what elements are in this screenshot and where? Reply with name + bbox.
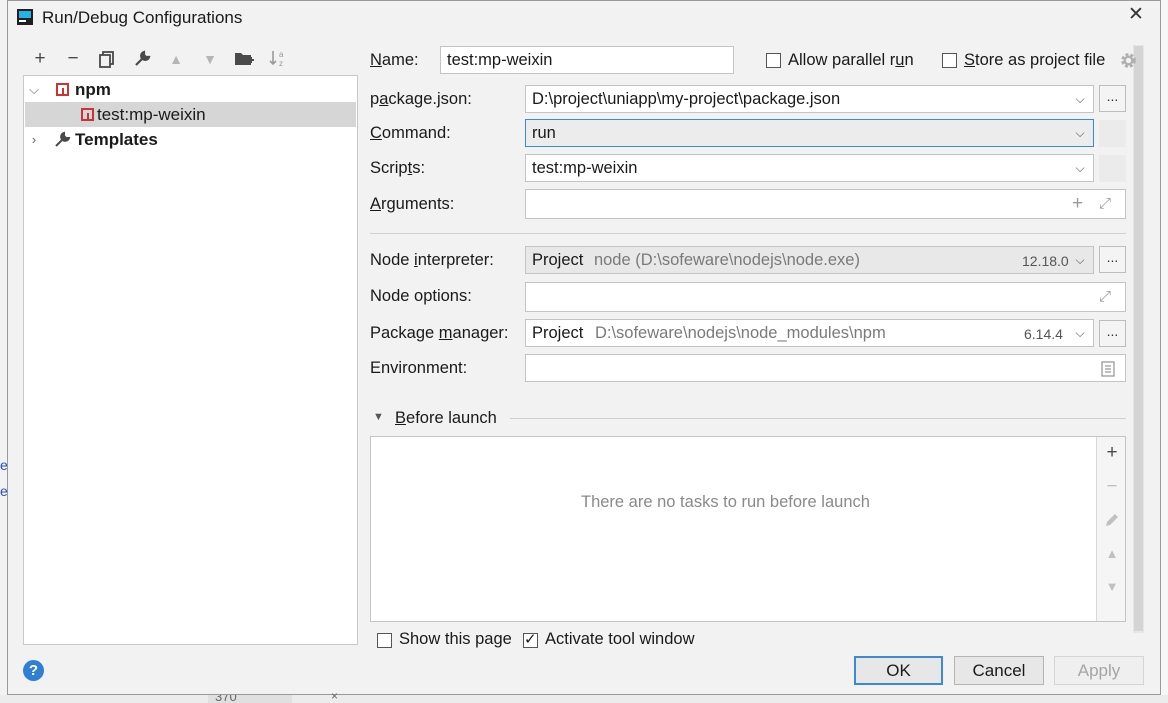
node-interpreter-select[interactable]: Project node (D:\sofeware\nodejs\node.ex… <box>525 246 1094 274</box>
svg-text:a: a <box>279 50 284 59</box>
cancel-button[interactable]: Cancel <box>954 656 1044 685</box>
environment-input[interactable] <box>525 354 1126 382</box>
package-json-value: D:\project\uniapp\my-project\package.jso… <box>532 90 841 108</box>
arguments-input[interactable]: + ⤢ <box>525 189 1126 219</box>
tree-item-npm[interactable]: ⌵ npm <box>25 77 356 102</box>
separator <box>510 418 1126 419</box>
tree-item-test-mp-weixin[interactable]: test:mp-weixin <box>25 102 356 127</box>
chevron-down-icon: ⌵ <box>1075 161 1085 175</box>
package-json-label: package.json: <box>370 90 472 108</box>
scripts-spacer <box>1099 155 1126 182</box>
expand-icon[interactable]: ⤢ <box>1099 284 1111 310</box>
remove-icon[interactable]: − <box>62 48 84 70</box>
activate-tool-window-label: Activate tool window <box>545 630 695 648</box>
arguments-label: Arguments: <box>370 195 455 213</box>
move-up-icon[interactable]: ▲ <box>165 48 187 70</box>
add-icon[interactable]: + <box>29 48 51 70</box>
before-launch-actions: + − ▲ ▼ <box>1096 437 1125 621</box>
tree-item-label: Templates <box>75 130 158 149</box>
background-ide-strip-right <box>1161 0 1168 703</box>
name-label: Name: <box>370 51 419 69</box>
command-label: Command: <box>370 124 451 142</box>
store-project-label: Store as project file <box>964 51 1106 69</box>
dialog-title: Run/Debug Configurations <box>42 8 243 27</box>
tree-item-templates[interactable]: › Templates <box>25 127 356 152</box>
chevron-down-icon: ⌵ <box>1075 253 1085 267</box>
background-text-fragment: 370 <box>215 695 237 703</box>
move-down-icon[interactable]: ▼ <box>199 48 221 70</box>
svg-text:z: z <box>279 59 283 68</box>
node-interpreter-label: Node interpreter: <box>370 251 494 269</box>
allow-parallel-checkbox[interactable] <box>766 53 781 68</box>
empty-tasks-text: There are no tasks to run before launch <box>581 493 870 511</box>
background-ide-strip-bottom <box>0 695 1168 703</box>
before-launch-title[interactable]: Before launch <box>395 409 497 428</box>
npm-icon <box>56 83 69 96</box>
background-close-icon: × <box>331 689 339 703</box>
collapse-triangle-icon[interactable]: ▼ <box>373 411 384 423</box>
chevron-down-icon: ⌵ <box>1075 126 1085 140</box>
package-manager-label: Package manager: <box>370 324 509 342</box>
edit-task-icon[interactable] <box>1102 509 1122 531</box>
npm-icon <box>81 108 94 121</box>
remove-task-icon[interactable]: − <box>1102 476 1122 498</box>
package-manager-version: 6.14.4 <box>1024 326 1063 342</box>
chevron-right-icon[interactable]: › <box>28 127 40 152</box>
package-manager-project: Project <box>532 324 584 342</box>
tree-item-label: npm <box>75 80 111 99</box>
node-options-input[interactable]: ⤢ <box>525 282 1126 312</box>
node-interpreter-project: Project <box>532 251 584 269</box>
scripts-label: Scripts: <box>370 159 426 177</box>
store-project-checkbox[interactable] <box>942 53 957 68</box>
gear-icon[interactable] <box>1119 51 1139 71</box>
scripts-value: test:mp-weixin <box>532 159 638 177</box>
chevron-down-icon: ⌵ <box>1075 92 1085 106</box>
apply-button[interactable]: Apply <box>1054 656 1144 685</box>
activate-tool-window-checkbox[interactable] <box>523 630 538 648</box>
browse-package-json-button[interactable]: ... <box>1099 85 1126 112</box>
command-value: run <box>532 124 556 142</box>
wrench-icon <box>53 131 71 149</box>
label-clip <box>360 648 1140 654</box>
sort-icon[interactable]: az <box>267 48 289 70</box>
allow-parallel-label: Allow parallel run <box>788 51 914 69</box>
show-page-checkbox[interactable] <box>377 633 392 648</box>
name-input[interactable]: test:mp-weixin <box>440 46 734 74</box>
move-task-down-icon[interactable]: ▼ <box>1102 576 1122 598</box>
add-task-icon[interactable]: + <box>1102 442 1122 464</box>
wrench-icon[interactable] <box>131 48 153 70</box>
new-folder-icon[interactable] <box>233 48 255 70</box>
node-interpreter-path: node (D:\sofeware\nodejs\node.exe) <box>593 251 860 269</box>
form-scrollbar-thumb[interactable] <box>1134 46 1143 631</box>
package-manager-select[interactable]: Project D:\sofeware\nodejs\node_modules\… <box>525 319 1094 347</box>
separator <box>370 233 1126 234</box>
show-page-label: Show this page <box>399 630 512 648</box>
browse-package-manager-button[interactable]: ... <box>1099 320 1126 347</box>
ok-button[interactable]: OK <box>854 656 943 685</box>
help-icon[interactable]: ? <box>23 660 44 681</box>
config-tree: ⌵ npm test:mp-weixin › Templates <box>23 75 358 645</box>
command-select[interactable]: run ⌵ <box>525 119 1094 147</box>
background-tab: 370 <box>208 695 292 703</box>
scripts-select[interactable]: test:mp-weixin ⌵ <box>525 154 1094 182</box>
before-launch-list: There are no tasks to run before launch <box>370 436 1126 622</box>
close-icon[interactable]: ✕ <box>1126 4 1146 26</box>
node-version: 12.18.0 <box>1022 253 1069 269</box>
expand-icon[interactable]: ⤢ <box>1099 191 1111 217</box>
tree-item-label: test:mp-weixin <box>97 105 206 124</box>
command-spacer <box>1099 120 1126 147</box>
chevron-down-icon: ⌵ <box>1075 326 1085 340</box>
package-manager-path: D:\sofeware\nodejs\node_modules\npm <box>594 324 886 342</box>
add-macro-icon[interactable]: + <box>1072 191 1083 217</box>
package-json-select[interactable]: D:\project\uniapp\my-project\package.jso… <box>525 85 1094 113</box>
chevron-down-icon[interactable]: ⌵ <box>28 77 40 102</box>
document-icon[interactable] <box>1101 359 1115 377</box>
node-options-label: Node options: <box>370 287 472 305</box>
browse-node-interpreter-button[interactable]: ... <box>1099 246 1126 273</box>
move-task-up-icon[interactable]: ▲ <box>1102 543 1122 565</box>
app-icon <box>17 9 33 25</box>
copy-icon[interactable] <box>96 48 118 70</box>
environment-label: Environment: <box>370 359 468 377</box>
